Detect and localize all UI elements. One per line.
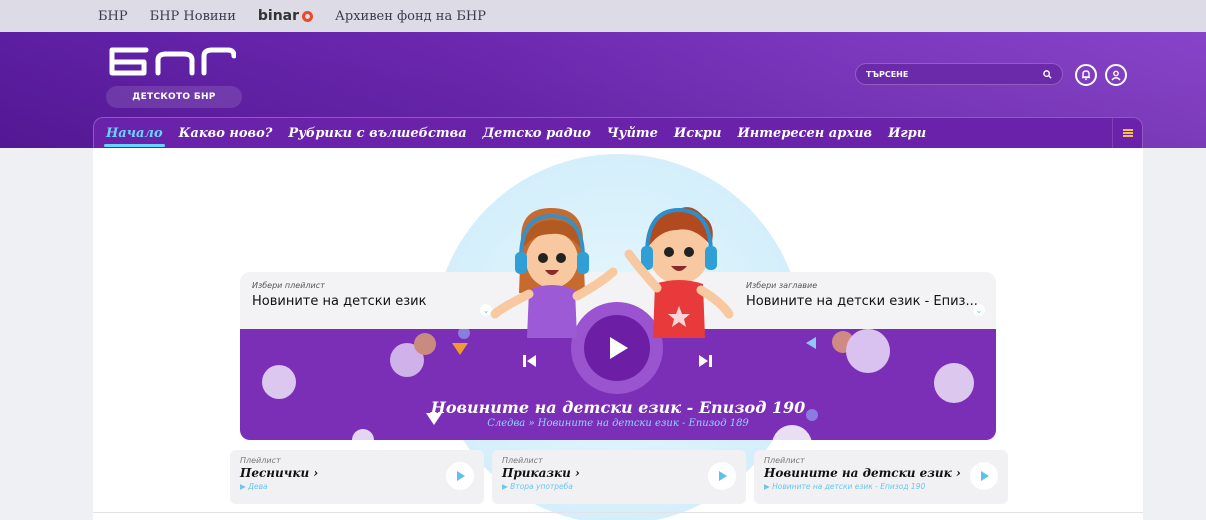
- nav-item-home[interactable]: Начало: [104, 118, 171, 148]
- binar-logo-text: binar: [257, 8, 300, 24]
- playlist-card[interactable]: Плейлист Новините на детски език › ▶ Нов…: [754, 450, 1008, 504]
- playlist-card[interactable]: Плейлист Приказки › ▶ Втора употреба: [492, 450, 746, 504]
- main-content: Избери плейлист Новините на детски език …: [93, 148, 1143, 520]
- decor-dot: [846, 329, 890, 373]
- notifications-bell-icon[interactable]: [1075, 64, 1097, 86]
- play-icon: [719, 471, 727, 481]
- nav-item-listen[interactable]: Чуйте: [599, 118, 666, 148]
- card-subtitle: ▶ Втора употреба: [502, 482, 573, 491]
- main-navigation: Начало Какво ново? Рубрики с вълшебства …: [93, 117, 1143, 148]
- card-title-text: Новините на детски език: [764, 466, 952, 480]
- nav-item-games[interactable]: Игри: [880, 118, 934, 148]
- next-prefix: Следва: [487, 418, 526, 429]
- play-icon: [457, 471, 465, 481]
- link-binar[interactable]: binar: [257, 8, 314, 24]
- search-input[interactable]: [866, 69, 1026, 79]
- next-track-title[interactable]: Новините на детски език - Епизод 189: [538, 418, 749, 429]
- nav-item-whats-new[interactable]: Какво ново?: [171, 118, 281, 148]
- playlist-card[interactable]: Плейлист Песнички › ▶ Дева: [230, 450, 484, 504]
- next-track-icon[interactable]: [698, 353, 714, 369]
- decor-dot: [352, 429, 374, 440]
- playlist-select-value: Новините на детски език: [252, 294, 427, 309]
- title-chevron-down-icon[interactable]: ⌄: [973, 304, 985, 316]
- title-select-label: Избери заглавие: [746, 281, 818, 290]
- card-play-button[interactable]: [708, 462, 736, 490]
- card-subtitle: ▶ Дева: [240, 482, 268, 491]
- card-play-button[interactable]: [970, 462, 998, 490]
- card-label: Плейлист: [502, 456, 543, 465]
- nav-item-kids-radio[interactable]: Детско радио: [475, 118, 599, 148]
- decor-triangle: [806, 337, 816, 349]
- card-label: Плейлист: [764, 456, 805, 465]
- decor-dot: [458, 329, 470, 339]
- card-play-button[interactable]: [446, 462, 474, 490]
- card-title: Приказки ›: [502, 466, 580, 480]
- link-bnr-news[interactable]: БНР Новини: [150, 9, 236, 24]
- card-subtitle-text: Втора употреба: [510, 482, 573, 491]
- card-label: Плейлист: [240, 456, 281, 465]
- decor-triangle: [452, 343, 468, 355]
- decor-dot: [262, 365, 296, 399]
- previous-track-icon[interactable]: [521, 353, 537, 369]
- card-title-text: Приказки: [502, 466, 571, 480]
- search-box[interactable]: [855, 63, 1063, 85]
- card-title-text: Песнички: [240, 466, 310, 480]
- playlist-select-label: Избери плейлист: [252, 281, 325, 290]
- card-subtitle: ▶ Новините на детски език - Епизод 190: [764, 482, 926, 491]
- card-subtitle-text: Новините на детски език - Епизод 190: [772, 482, 926, 491]
- site-logo[interactable]: ДЕТСКОТО БНР: [106, 44, 242, 108]
- link-bnr[interactable]: БНР: [98, 9, 128, 24]
- title-select-value: Новините на детски език - Епиз...: [746, 294, 978, 309]
- playlist-cards: Плейлист Песнички › ▶ Дева Плейлист Прик…: [230, 450, 1008, 504]
- binar-logo-dot-icon: [302, 10, 314, 22]
- search-icon[interactable]: [1043, 69, 1052, 79]
- title-select[interactable]: Избери заглавие Новините на детски език …: [746, 281, 978, 309]
- card-subtitle-text: Дева: [248, 482, 268, 491]
- bnr-logo-icon: [109, 47, 237, 76]
- kids-headphones-illustration: [490, 207, 734, 338]
- nav-item-magic-rubrics[interactable]: Рубрики с вълшебства: [280, 118, 474, 148]
- playlist-select[interactable]: Избери плейлист Новините на детски език: [252, 281, 426, 309]
- decor-dot: [934, 363, 974, 403]
- card-title: Новините на детски език ›: [764, 466, 961, 480]
- menu-hamburger-icon[interactable]: [1112, 118, 1142, 148]
- nav-item-interesting-archive[interactable]: Интересен архив: [729, 118, 880, 148]
- logo-subtitle: ДЕТСКОТО БНР: [106, 86, 242, 108]
- now-playing-title: Новините на детски език - Епизод 190: [430, 398, 806, 417]
- card-title: Песнички ›: [240, 466, 319, 480]
- next-track-info: Следва » Новините на детски език - Епизо…: [487, 418, 749, 429]
- play-icon: [981, 471, 989, 481]
- user-account-icon[interactable]: [1105, 64, 1127, 86]
- top-bar: БНР БНР Новини binar Архивен фонд на БНР: [0, 0, 1206, 32]
- link-archive[interactable]: Архивен фонд на БНР: [335, 9, 486, 24]
- content-divider: [93, 512, 1143, 513]
- top-links: БНР БНР Новини binar Архивен фонд на БНР: [98, 0, 486, 32]
- nav-item-sparks[interactable]: Искри: [666, 118, 730, 148]
- decor-dot: [414, 333, 436, 355]
